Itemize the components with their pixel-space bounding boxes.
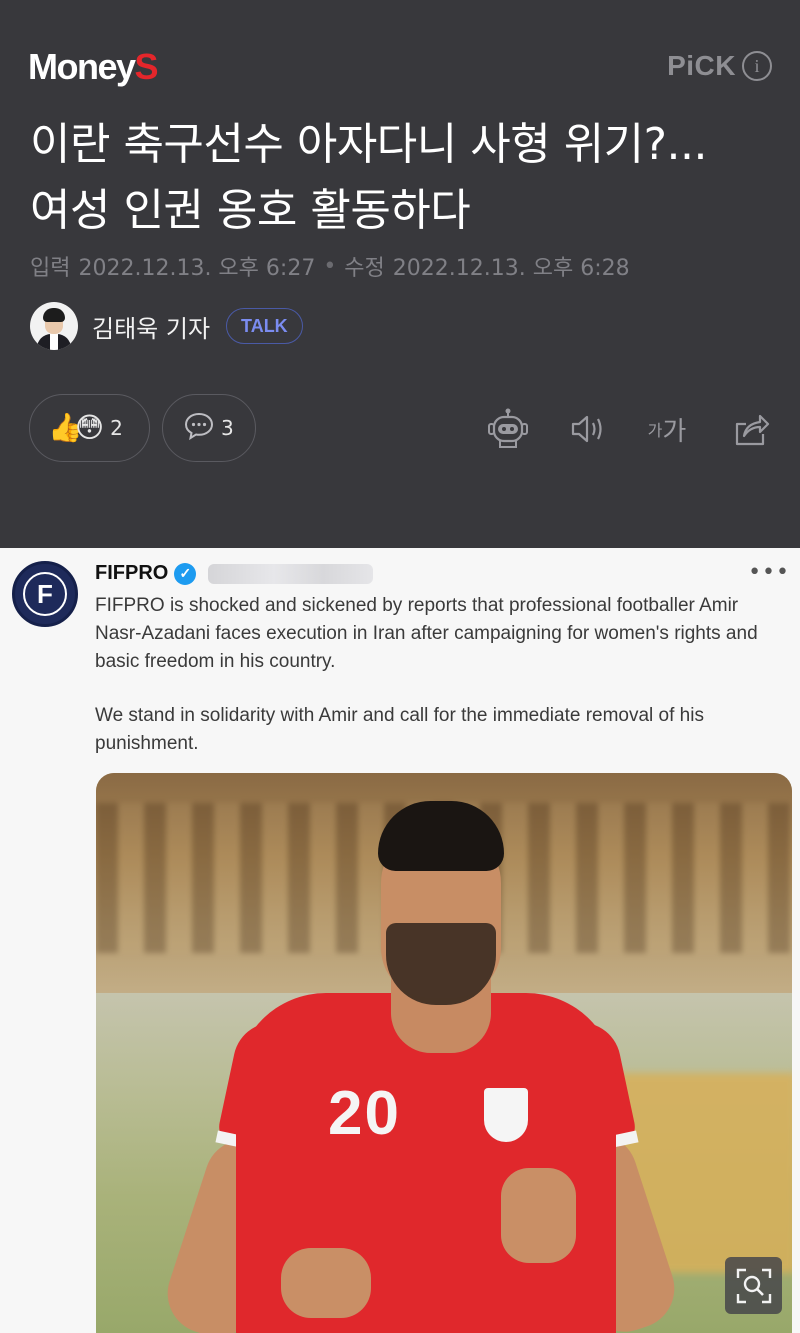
team-crest — [484, 1088, 528, 1142]
share-icon[interactable] — [726, 404, 774, 454]
input-time: 2022.12.13. 오후 6:27 — [78, 256, 316, 281]
surprised-emoji: 😳 — [74, 411, 105, 444]
blurred-handle — [208, 563, 374, 584]
moneys-logo[interactable]: MoneyS — [28, 46, 159, 88]
pick-badge[interactable]: PiCK i — [667, 50, 772, 82]
tweet-paragraph-1: FIFPRO is shocked and sickened by report… — [95, 595, 758, 672]
zoom-icon[interactable] — [725, 1257, 782, 1314]
comment-icon — [183, 411, 215, 446]
reaction-emojis: 👍 😳 — [48, 414, 104, 442]
author-row: 김태욱 기자 TALK — [30, 302, 303, 350]
font-small-label: 가 — [647, 421, 663, 440]
author-name[interactable]: 김태욱 기자 — [92, 309, 210, 344]
edit-time: 2022.12.13. 오후 6:28 — [392, 256, 630, 281]
tweet-account: FIFPRO ✓ — [95, 562, 374, 585]
logo-accent: S — [134, 46, 159, 87]
edit-label: 수정 — [344, 256, 385, 281]
player-photo: 20 — [96, 773, 792, 1333]
more-icon: ••• — [748, 560, 790, 585]
pick-label: PiCK — [667, 50, 736, 81]
jersey-number: 20 — [328, 1079, 401, 1148]
font-size-icon[interactable]: 가가 — [642, 404, 692, 454]
logo-text: Money — [28, 46, 136, 87]
comment-button[interactable]: 3 — [162, 394, 256, 462]
robot-summary-icon[interactable] — [484, 404, 532, 454]
tweet-text: FIFPRO is shocked and sickened by report… — [95, 592, 785, 758]
input-label: 입력 — [30, 256, 71, 281]
speaker-icon[interactable] — [564, 404, 612, 454]
date-separator: • — [323, 253, 337, 279]
fifpro-avatar: F — [12, 561, 78, 627]
reaction-button[interactable]: 👍 😳 2 — [29, 394, 150, 462]
font-large-label: 가 — [662, 416, 687, 447]
tweet-paragraph-2: We stand in solidarity with Amir and cal… — [95, 705, 704, 754]
article-title: 이란 축구선수 아자다니 사형 위기?... 여성 인권 옹호 활동하다 — [30, 119, 707, 236]
comment-count: 3 — [221, 416, 234, 440]
info-icon[interactable]: i — [742, 51, 772, 81]
avatar[interactable] — [30, 302, 78, 350]
reaction-count: 2 — [110, 416, 123, 440]
fifpro-logo-letter: F — [37, 578, 53, 609]
article-header: MoneyS PiCK i 이란 축구선수 아자다니 사형 위기?... 여성 … — [0, 0, 800, 548]
article-dates: 입력 2022.12.13. 오후 6:27 • 수정 2022.12.13. … — [30, 250, 630, 282]
verified-icon: ✓ — [174, 562, 197, 585]
talk-button[interactable]: TALK — [226, 308, 303, 344]
embedded-tweet-image: F FIFPRO ✓ ••• FIFPRO is shocked and sic… — [0, 548, 800, 1333]
account-name: FIFPRO — [95, 562, 169, 584]
